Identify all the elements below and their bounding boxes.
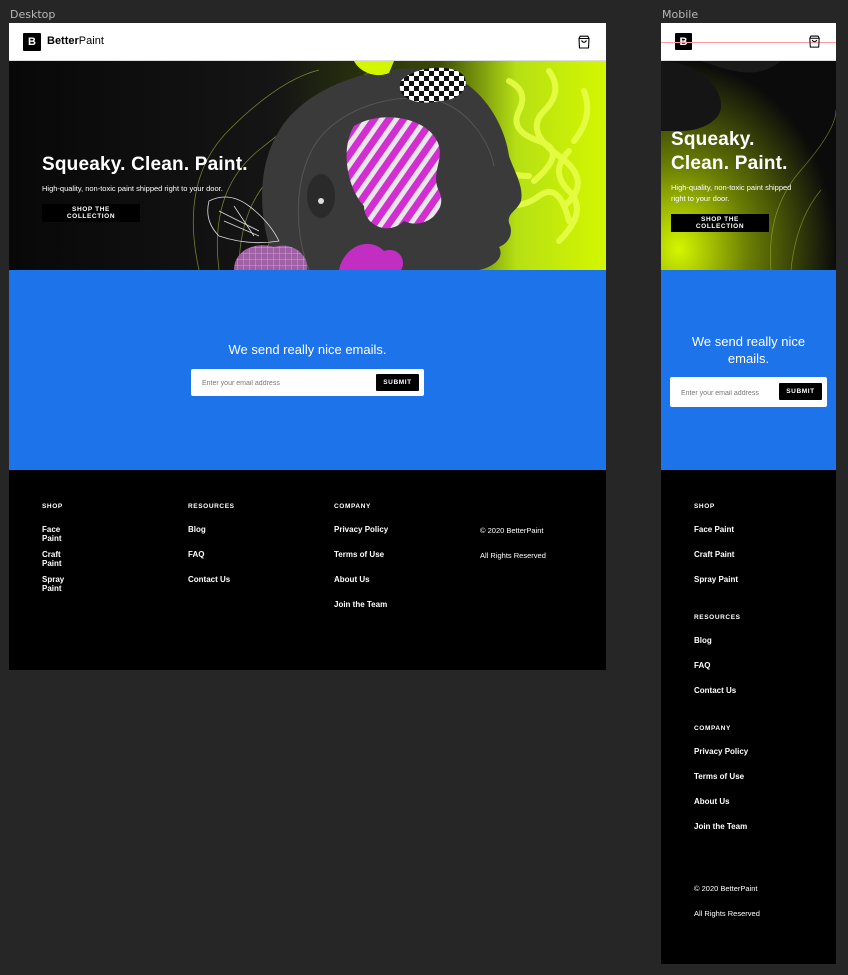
footer-link-spray-paint[interactable]: Spray Paint <box>42 575 64 593</box>
footer-link-face-paint[interactable]: Face Paint <box>42 525 63 543</box>
footer-column-resources: RESOURCES Blog FAQ Contact Us <box>188 503 235 584</box>
newsletter-title: We send really nice emails. <box>661 333 836 367</box>
hero-title-line-2: Clean. Paint. <box>671 153 788 174</box>
footer-link-contact-us[interactable]: Contact Us <box>188 575 230 584</box>
footer-link-craft-paint[interactable]: Craft Paint <box>694 550 734 559</box>
footer-heading-shop: SHOP <box>694 503 715 510</box>
desktop-hero: Squeaky. Clean. Paint. High-quality, non… <box>9 61 606 270</box>
shop-collection-button[interactable]: SHOP THE COLLECTION <box>671 214 769 232</box>
hero-title: Squeaky. Clean. Paint. <box>671 128 788 176</box>
footer-link-privacy-policy[interactable]: Privacy Policy <box>334 525 388 534</box>
footer-link-about-us[interactable]: About Us <box>694 797 730 806</box>
footer-link-faq[interactable]: FAQ <box>188 550 204 559</box>
hero-title-line-1: Squeaky. <box>671 129 755 150</box>
footer-link-terms-of-use[interactable]: Terms of Use <box>694 772 744 781</box>
email-field[interactable] <box>679 386 778 401</box>
submit-button[interactable]: SUBMIT <box>376 374 419 391</box>
footer-link-blog[interactable]: Blog <box>694 636 712 645</box>
shopping-bag-icon[interactable] <box>807 34 822 49</box>
footer-link-about-us[interactable]: About Us <box>334 575 370 584</box>
shop-collection-button[interactable]: SHOP THE COLLECTION <box>42 204 140 222</box>
desktop-footer: SHOP Face Paint Craft Paint Spray Paint … <box>9 470 606 670</box>
mobile-frame: B Squeaky. C <box>661 23 836 964</box>
newsletter-title-line-1: We send really nice <box>691 334 806 349</box>
footer-link-join-the-team[interactable]: Join the Team <box>334 600 387 609</box>
shopping-bag-icon[interactable] <box>576 34 592 50</box>
footer-heading-company: COMPANY <box>694 725 731 732</box>
footer-column-company: COMPANY Privacy Policy Terms of Use Abou… <box>694 725 748 831</box>
newsletter-title-line-2: emails. <box>727 351 770 366</box>
footer-column-shop: SHOP Face Paint Craft Paint Spray Paint <box>42 503 64 593</box>
newsletter-title: We send really nice emails. <box>228 342 387 357</box>
footer-link-contact-us[interactable]: Contact Us <box>694 686 736 695</box>
footer-column-company: COMPANY Privacy Policy Terms of Use Abou… <box>334 503 388 609</box>
footer-heading-company: COMPANY <box>334 503 371 510</box>
desktop-navbar: B BetterPaint <box>9 23 606 61</box>
footer-link-blog[interactable]: Blog <box>188 525 206 534</box>
email-signup-form: SUBMIT <box>191 369 424 396</box>
footer-link-craft-paint[interactable]: Craft Paint <box>42 550 63 568</box>
footer-heading-resources: RESOURCES <box>694 614 741 621</box>
mobile-newsletter: We send really nice emails. SUBMIT <box>661 270 836 470</box>
footer-link-faq[interactable]: FAQ <box>694 661 710 670</box>
email-field[interactable] <box>200 376 369 391</box>
brand-logo-icon[interactable]: B <box>23 33 41 51</box>
submit-button[interactable]: SUBMIT <box>779 383 822 400</box>
desktop-frame-label: Desktop <box>10 8 56 21</box>
footer-column-resources: RESOURCES Blog FAQ Contact Us <box>694 614 741 695</box>
brand-name-bold: Better <box>47 35 79 47</box>
footer-heading-shop: SHOP <box>42 503 63 510</box>
hero-subtitle-line-1: High-quality, non-toxic paint shipped <box>671 183 792 192</box>
mobile-frame-label: Mobile <box>662 8 699 21</box>
hero-subtitle: High-quality, non-toxic paint shipped ri… <box>671 182 791 204</box>
copyright-text: © 2020 BetterPaint <box>480 526 544 535</box>
footer-link-privacy-policy[interactable]: Privacy Policy <box>694 747 748 756</box>
brand-name-regular: Paint <box>78 35 104 47</box>
footer-heading-resources: RESOURCES <box>188 503 235 510</box>
hero-title: Squeaky. Clean. Paint. <box>42 154 248 175</box>
brand-name[interactable]: BetterPaint <box>47 35 104 47</box>
footer-link-spray-paint[interactable]: Spray Paint <box>694 575 738 584</box>
footer-column-shop: SHOP Face Paint Craft Paint Spray Paint <box>694 503 738 584</box>
footer-link-face-paint[interactable]: Face Paint <box>694 525 734 534</box>
rights-text: All Rights Reserved <box>480 551 546 560</box>
mobile-hero: Squeaky. Clean. Paint. High-quality, non… <box>661 61 836 270</box>
footer-link-join-the-team[interactable]: Join the Team <box>694 822 747 831</box>
hero-subtitle: High-quality, non-toxic paint shipped ri… <box>42 184 223 193</box>
mobile-footer: SHOP Face Paint Craft Paint Spray Paint … <box>661 470 836 964</box>
copyright-text: © 2020 BetterPaint <box>694 884 758 893</box>
email-signup-form: SUBMIT <box>670 377 827 407</box>
desktop-newsletter: We send really nice emails. SUBMIT <box>9 270 606 470</box>
footer-link-terms-of-use[interactable]: Terms of Use <box>334 550 384 559</box>
rights-text: All Rights Reserved <box>694 909 760 918</box>
desktop-frame: B BetterPaint Squeaky. Clean. Paint. Hig… <box>9 23 606 670</box>
mobile-navbar: B <box>661 23 836 61</box>
hero-subtitle-line-2: right to your door. <box>671 194 730 203</box>
